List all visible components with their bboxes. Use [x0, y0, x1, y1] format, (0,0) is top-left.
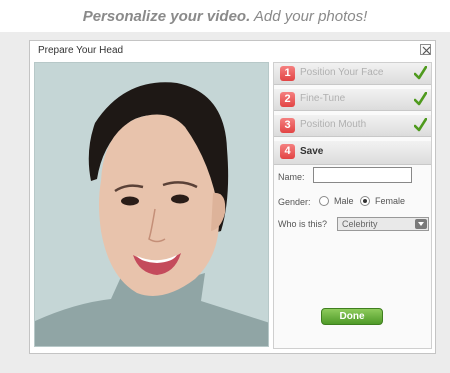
- gender-label: Gender:: [278, 197, 311, 207]
- who-is-this-select[interactable]: Celebrity: [337, 217, 429, 231]
- step-position-face[interactable]: 1 Position Your Face: [274, 63, 431, 85]
- dialog-title: Prepare Your Head: [38, 45, 124, 56]
- steps-panel: 1 Position Your Face 2 Fine-Tune 3 Posit…: [273, 62, 432, 349]
- step-number-badge: 4: [280, 144, 295, 159]
- gender-male-label: Male: [334, 196, 354, 206]
- name-label: Name:: [278, 172, 305, 182]
- head-photo[interactable]: [34, 62, 269, 347]
- gender-male-radio[interactable]: [319, 196, 329, 206]
- prepare-head-dialog: Prepare Your Head 1 Position Your Face 2…: [29, 40, 436, 354]
- close-icon[interactable]: [420, 44, 431, 55]
- checkmark-icon: [413, 65, 428, 85]
- select-value: Celebrity: [342, 219, 378, 229]
- promo-headline: Personalize your video. Add your photos!: [0, 8, 450, 25]
- who-is-this-label: Who is this?: [278, 219, 328, 229]
- checkmark-icon: [413, 91, 428, 111]
- step-number-badge: 2: [280, 92, 295, 107]
- step-label: Fine-Tune: [300, 93, 346, 104]
- headline-subtext: Add your photos!: [253, 8, 368, 25]
- step-number-badge: 3: [280, 118, 295, 133]
- chevron-down-icon: [415, 219, 427, 229]
- step-label: Position Mouth: [300, 119, 367, 130]
- name-input[interactable]: [313, 167, 412, 183]
- gender-female-label: Female: [375, 196, 406, 206]
- step-label: Position Your Face: [300, 67, 384, 78]
- step-label: Save: [300, 146, 324, 157]
- step-number-badge: 1: [280, 66, 295, 81]
- checkmark-icon: [413, 117, 428, 137]
- gender-female-radio[interactable]: [360, 196, 370, 206]
- step-position-mouth[interactable]: 3 Position Mouth: [274, 115, 431, 137]
- headline-emphasis: Personalize your video.: [82, 8, 251, 25]
- done-button[interactable]: Done: [321, 308, 383, 325]
- step-fine-tune[interactable]: 2 Fine-Tune: [274, 89, 431, 111]
- step-save[interactable]: 4 Save: [274, 141, 431, 165]
